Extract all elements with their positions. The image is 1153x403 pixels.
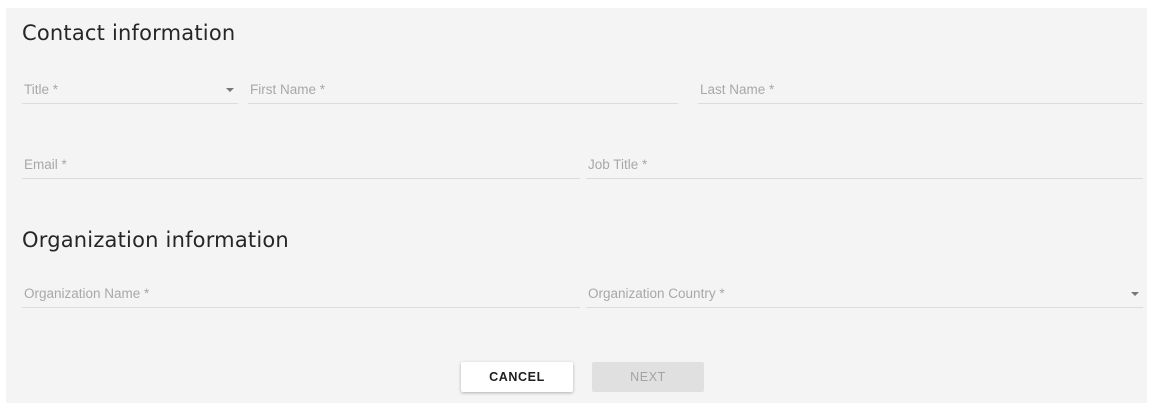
organization-name-label: Organization Name *: [24, 286, 150, 301]
organization-country-label: Organization Country *: [588, 286, 725, 301]
last-name-label: Last Name *: [700, 82, 775, 97]
contact-information-heading: Contact information: [22, 21, 236, 45]
next-button[interactable]: NEXT: [592, 362, 704, 392]
email-label: Email *: [24, 157, 67, 172]
chevron-down-icon[interactable]: [226, 88, 234, 92]
title-label: Title *: [24, 82, 59, 97]
organization-information-heading: Organization information: [22, 228, 289, 252]
organization-name-field[interactable]: Organization Name *: [22, 280, 580, 308]
title-select[interactable]: Title *: [22, 76, 238, 104]
cancel-button[interactable]: CANCEL: [461, 362, 573, 392]
first-name-label: First Name *: [250, 82, 326, 97]
registration-form: Contact information Title * First Name *…: [6, 8, 1147, 403]
last-name-field[interactable]: Last Name *: [698, 76, 1143, 104]
first-name-field[interactable]: First Name *: [248, 76, 678, 104]
job-title-label: Job Title *: [588, 157, 648, 172]
organization-country-select[interactable]: Organization Country *: [586, 280, 1143, 308]
chevron-down-icon[interactable]: [1131, 292, 1139, 296]
job-title-field[interactable]: Job Title *: [586, 151, 1143, 179]
email-field[interactable]: Email *: [22, 151, 580, 179]
